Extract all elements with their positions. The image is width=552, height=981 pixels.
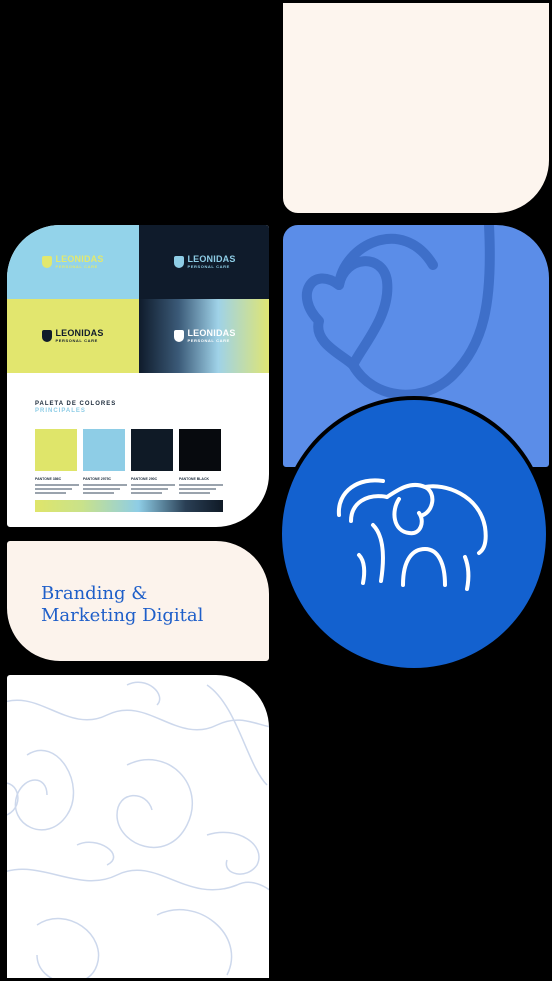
brand-logo: LEONIDAS PERSONAL CARE bbox=[42, 255, 103, 269]
tagline-line-1: Branding & bbox=[41, 583, 148, 604]
logo-name: LEONIDAS bbox=[187, 254, 236, 264]
logo-mark-icon bbox=[42, 256, 53, 268]
tagline-text: Branding & Marketing Digital bbox=[41, 583, 203, 627]
swatch-codes bbox=[131, 484, 175, 496]
swatch-codes bbox=[35, 484, 79, 496]
color-swatch bbox=[179, 429, 221, 471]
tagline-panel: Branding & Marketing Digital bbox=[4, 538, 272, 664]
logo-mark-icon bbox=[174, 256, 185, 268]
topographic-pattern-panel bbox=[4, 672, 272, 981]
color-swatch bbox=[131, 429, 173, 471]
brand-board-card: LEONIDAS PERSONAL CARE LEONIDAS PERSONAL… bbox=[4, 222, 272, 530]
swatch-codes bbox=[179, 484, 223, 496]
logo-mark-icon bbox=[174, 330, 185, 342]
palette-gradient-bar bbox=[35, 500, 223, 512]
logo-cell-lime: LEONIDAS PERSONAL CARE bbox=[7, 299, 139, 373]
swatch-label: PANTONE 290C bbox=[131, 477, 158, 481]
logo-subtitle: PERSONAL CARE bbox=[187, 338, 230, 343]
elephant-badge bbox=[278, 396, 550, 672]
logo-mark-icon bbox=[42, 330, 53, 342]
logo-name: LEONIDAS bbox=[55, 254, 104, 264]
tagline-line-2: Marketing Digital bbox=[41, 605, 204, 626]
swatch-codes bbox=[83, 484, 127, 496]
color-swatch bbox=[83, 429, 125, 471]
logo-name: LEONIDAS bbox=[55, 328, 104, 338]
brand-logo: LEONIDAS PERSONAL CARE bbox=[174, 255, 235, 269]
logo-subtitle: PERSONAL CARE bbox=[55, 264, 98, 269]
swatch-label: PANTONE 2975C bbox=[83, 477, 112, 481]
swatch-label: PANTONE 386C bbox=[35, 477, 62, 481]
logo-cell-light-blue: LEONIDAS PERSONAL CARE bbox=[7, 225, 139, 299]
elephant-outline-icon bbox=[336, 478, 488, 591]
brand-logo: LEONIDAS PERSONAL CARE bbox=[174, 329, 235, 343]
logo-subtitle: PERSONAL CARE bbox=[187, 264, 230, 269]
logo-cell-gradient: LEONIDAS PERSONAL CARE bbox=[139, 299, 269, 373]
logo-cell-navy: LEONIDAS PERSONAL CARE bbox=[139, 225, 269, 299]
topographic-pattern bbox=[7, 681, 269, 978]
palette-subtitle: PRINCIPALES bbox=[35, 408, 86, 414]
logo-name: LEONIDAS bbox=[187, 328, 236, 338]
logo-subtitle: PERSONAL CARE bbox=[55, 338, 98, 343]
palette-title: PALETA DE COLORES bbox=[35, 401, 117, 407]
cream-panel-top bbox=[280, 0, 552, 216]
brand-logo: LEONIDAS PERSONAL CARE bbox=[42, 329, 103, 343]
color-swatch bbox=[35, 429, 77, 471]
swatch-label: PANTONE BLACK bbox=[179, 477, 210, 481]
